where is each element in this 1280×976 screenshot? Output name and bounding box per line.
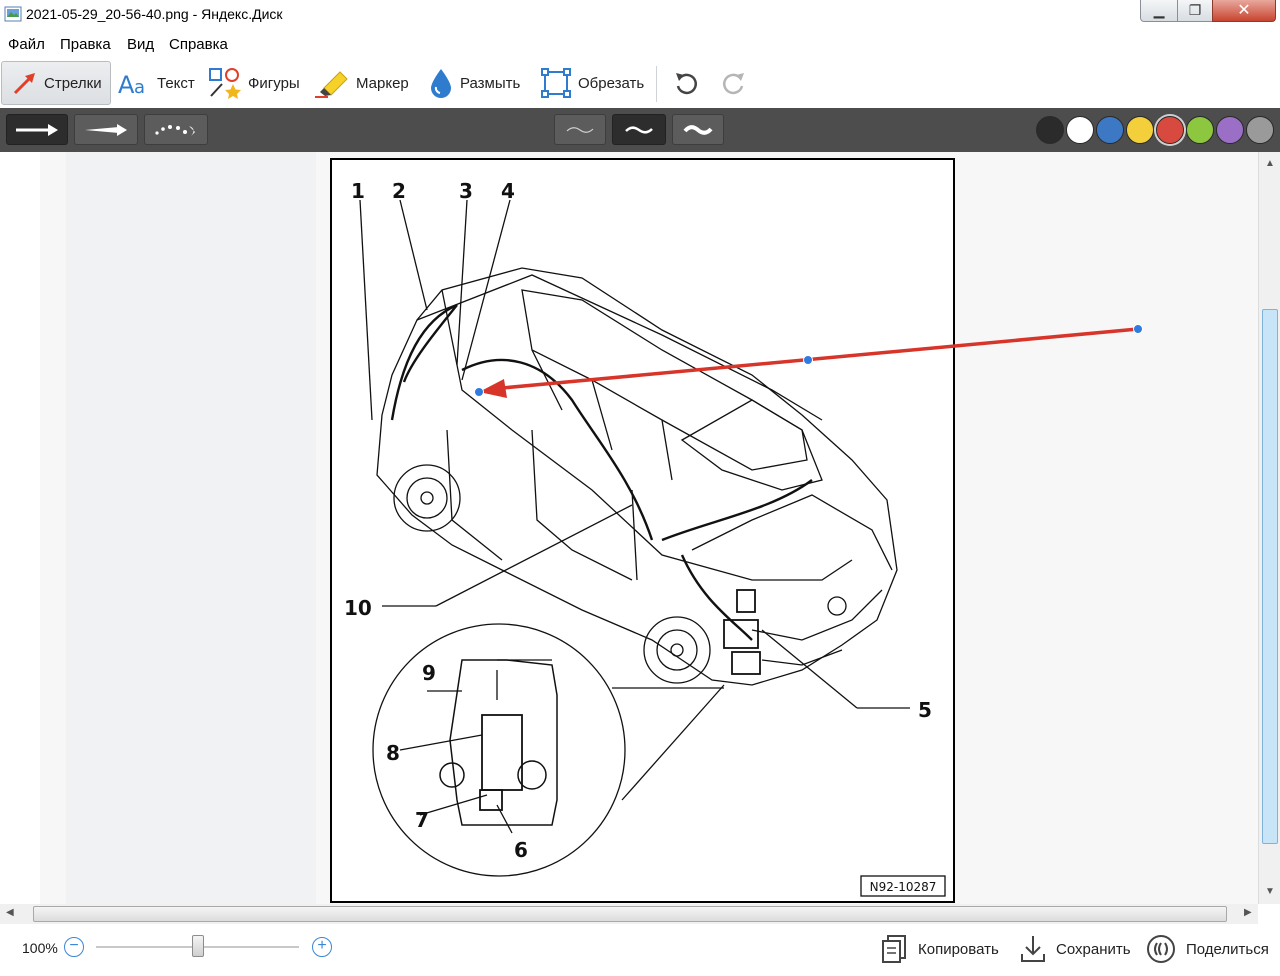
color-swatch[interactable] bbox=[1036, 116, 1064, 144]
arrow-style-solid-button[interactable] bbox=[6, 114, 68, 145]
medium-wave-icon bbox=[625, 126, 653, 133]
copy-icon bbox=[882, 935, 906, 963]
color-swatch[interactable] bbox=[1156, 116, 1184, 144]
maximize-icon: ❐ bbox=[1188, 2, 1202, 18]
marker-icon bbox=[315, 71, 348, 98]
copy-button[interactable]: Копировать bbox=[880, 932, 999, 966]
blur-drop-icon bbox=[431, 69, 451, 98]
color-swatch[interactable] bbox=[1216, 116, 1244, 144]
menu-bar: Файл Правка Вид Справка bbox=[0, 33, 1280, 57]
arrow-mid-handle[interactable] bbox=[803, 355, 813, 365]
arrow-icon bbox=[13, 73, 35, 95]
redo-icon bbox=[723, 73, 744, 95]
close-icon: ✕ bbox=[1237, 2, 1251, 19]
tool-label: Стрелки bbox=[44, 74, 102, 92]
menu-help[interactable]: Справка bbox=[169, 36, 228, 53]
horizontal-scrollbar[interactable]: ◀ ▶ bbox=[0, 904, 1258, 924]
scroll-up-icon[interactable]: ▲ bbox=[1265, 158, 1275, 169]
tool-label: Обрезать bbox=[578, 74, 645, 92]
thickness-medium-button[interactable] bbox=[612, 114, 666, 145]
text-icon: A a bbox=[118, 71, 145, 97]
zoom-slider-thumb[interactable] bbox=[191, 935, 204, 957]
arrow-style-dotted-icon bbox=[155, 124, 195, 136]
tool-label: Размыть bbox=[460, 74, 521, 92]
share-button[interactable]: Поделиться bbox=[1146, 932, 1269, 966]
tool-crop[interactable]: Обрезать bbox=[540, 61, 644, 105]
scroll-right-icon[interactable]: ▶ bbox=[1244, 907, 1252, 918]
tool-shapes[interactable]: Фигуры bbox=[208, 61, 300, 105]
svg-text:A: A bbox=[118, 71, 135, 97]
vertical-scroll-thumb[interactable] bbox=[1262, 309, 1278, 844]
download-icon bbox=[1021, 936, 1045, 962]
toolbar-separator bbox=[656, 66, 657, 102]
arrow-annotation-layer bbox=[474, 324, 1143, 398]
svg-text:a: a bbox=[134, 77, 145, 97]
tool-arrows[interactable]: Стрелки bbox=[1, 61, 111, 105]
menu-view[interactable]: Вид bbox=[127, 36, 154, 53]
minimize-icon: ▁ bbox=[1153, 2, 1165, 18]
tool-text[interactable]: A a Текст bbox=[117, 61, 195, 105]
tool-options-bar bbox=[0, 108, 1280, 152]
thick-wave-icon bbox=[683, 124, 713, 135]
arrow-start-handle[interactable] bbox=[474, 387, 484, 397]
share-icon bbox=[1147, 935, 1175, 963]
minus-icon: − bbox=[69, 937, 79, 954]
zoom-out-button[interactable]: − bbox=[64, 937, 84, 957]
tool-marker[interactable]: Маркер bbox=[314, 61, 409, 105]
zoom-in-button[interactable]: + bbox=[312, 937, 332, 957]
color-swatch[interactable] bbox=[1126, 116, 1154, 144]
window-title: 2021-05-29_20-56-40.png - Яндекс.Диск bbox=[26, 6, 283, 22]
copy-label: Копировать bbox=[918, 940, 999, 958]
color-swatch[interactable] bbox=[1186, 116, 1214, 144]
scroll-down-icon[interactable]: ▼ bbox=[1265, 886, 1275, 897]
vertical-scrollbar[interactable]: ▲ ▼ bbox=[1258, 152, 1280, 904]
plus-icon: + bbox=[317, 937, 327, 954]
shapes-icon bbox=[209, 68, 241, 99]
menu-edit[interactable]: Правка bbox=[60, 36, 111, 53]
annotation-arrow-head[interactable] bbox=[479, 379, 507, 398]
thickness-thin-button[interactable] bbox=[554, 114, 606, 145]
save-button[interactable]: Сохранить bbox=[1020, 932, 1131, 966]
arrow-style-solid-icon bbox=[16, 123, 58, 136]
undo-button[interactable] bbox=[672, 61, 700, 105]
undo-icon bbox=[676, 73, 697, 95]
scroll-left-icon[interactable]: ◀ bbox=[6, 907, 14, 918]
maximize-button[interactable]: ❐ bbox=[1177, 0, 1213, 22]
color-swatch[interactable] bbox=[1246, 116, 1274, 144]
arrow-end-handle[interactable] bbox=[1133, 324, 1143, 334]
arrow-style-dotted-button[interactable] bbox=[144, 114, 208, 145]
status-bar: 100% − + Копировать Сохранить Поделиться bbox=[0, 924, 1280, 976]
tool-blur[interactable]: Размыть bbox=[428, 61, 520, 105]
annotation-arrow-shaft[interactable] bbox=[501, 327, 1139, 390]
color-swatch[interactable] bbox=[1096, 116, 1124, 144]
minimize-button[interactable]: ▁ bbox=[1140, 0, 1178, 22]
window-titlebar: 2021-05-29_20-56-40.png - Яндекс.Диск ▁ … bbox=[0, 0, 1280, 30]
close-button[interactable]: ✕ bbox=[1212, 0, 1276, 22]
menu-file[interactable]: Файл bbox=[8, 36, 45, 53]
color-swatch[interactable] bbox=[1066, 116, 1094, 144]
image-canvas[interactable]: 1 2 3 4 5 6 7 8 9 10 N92-10287 bbox=[0, 152, 1260, 904]
image-file-icon bbox=[4, 6, 22, 22]
crop-icon bbox=[541, 68, 571, 98]
tool-label: Маркер bbox=[356, 74, 409, 92]
thin-wave-icon bbox=[566, 126, 594, 133]
thickness-thick-button[interactable] bbox=[672, 114, 724, 145]
editor-toolbar: Стрелки A a Текст Фигуры Маркер Размыть bbox=[0, 58, 1280, 108]
redo-button[interactable] bbox=[720, 61, 748, 105]
arrow-style-tapered-button[interactable] bbox=[74, 114, 138, 145]
tool-label: Текст bbox=[157, 74, 195, 92]
zoom-level: 100% bbox=[22, 940, 58, 956]
share-label: Поделиться bbox=[1186, 940, 1269, 958]
arrow-style-tapered-icon bbox=[85, 123, 127, 136]
save-label: Сохранить bbox=[1056, 940, 1131, 958]
horizontal-scroll-thumb[interactable] bbox=[33, 906, 1227, 922]
tool-label: Фигуры bbox=[248, 74, 300, 92]
